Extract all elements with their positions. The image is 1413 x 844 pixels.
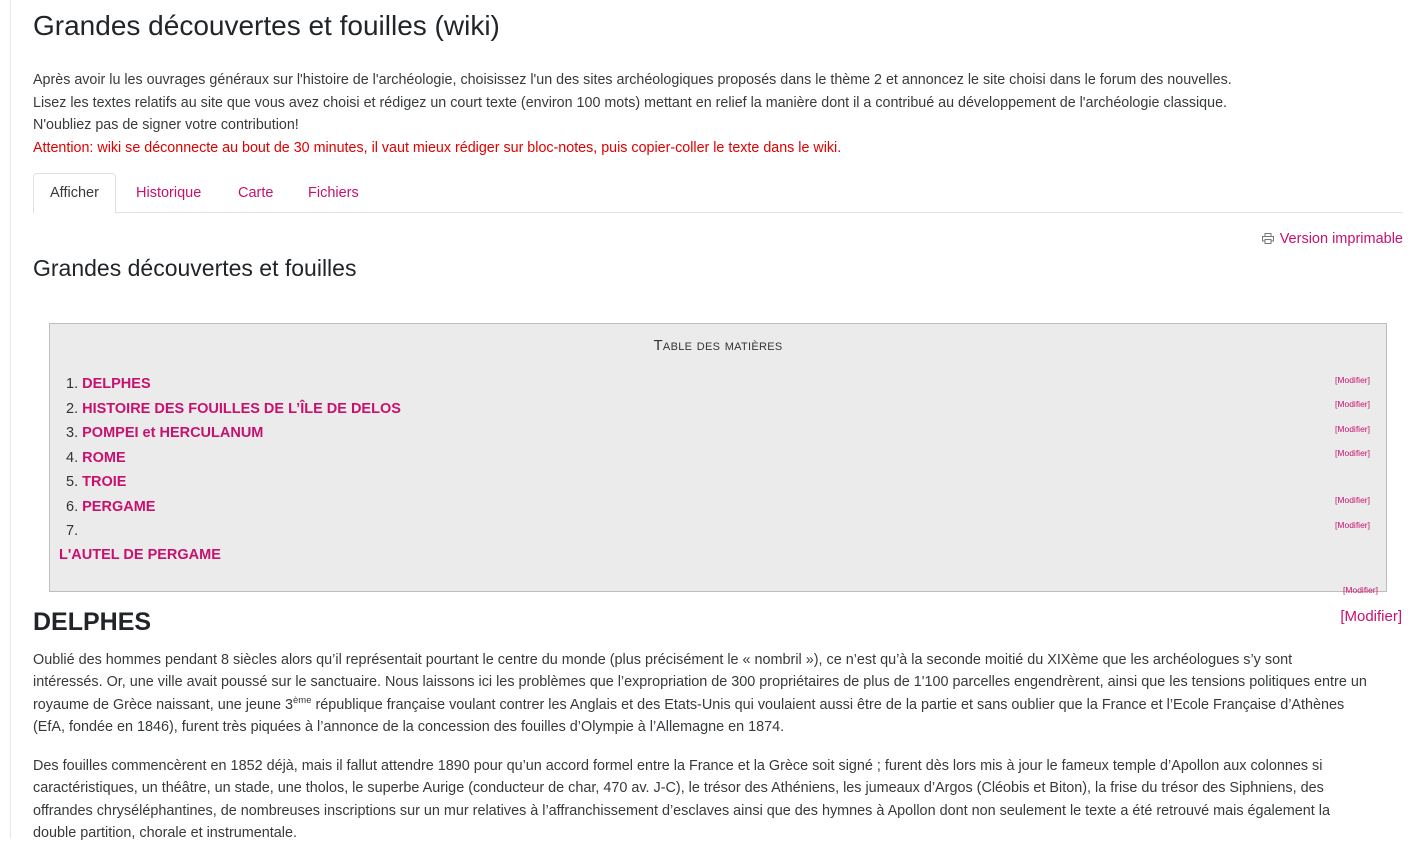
intro-line: Lisez les textes relatifs au site que vo… xyxy=(33,94,1228,111)
toc-item-number: 2. xyxy=(66,401,79,417)
toc-item-number: 5. xyxy=(66,474,79,490)
intro-line: N'oubliez pas de signer votre contributi… xyxy=(33,117,299,133)
paragraph-line: intéressés. Or, une ville avait poussé s… xyxy=(33,674,1367,691)
toc-link-rome[interactable]: ROME xyxy=(82,450,126,466)
warning-text: Attention: wiki se déconnecte au bout de… xyxy=(33,139,842,156)
toc-link-pompei[interactable]: POMPEI et HERCULANUM xyxy=(82,425,263,441)
toc-modify-link[interactable]: [Modifier] xyxy=(1335,520,1370,530)
page-left-border xyxy=(10,0,11,838)
toc-item-number: 3. xyxy=(66,425,79,441)
paragraph-line: Des fouilles commencèrent en 1852 déjà, … xyxy=(33,758,1323,774)
section-paragraph: Oublié des hommes pendant 8 siècles alor… xyxy=(33,649,1408,738)
wiki-tabs: Afficher Historique Carte Fichiers xyxy=(33,173,1403,214)
paragraph-line: Oublié des hommes pendant 8 siècles alor… xyxy=(33,652,1293,668)
printer-icon xyxy=(1261,233,1274,244)
toc-item-number: 6. xyxy=(66,499,79,515)
superscript-text: ème xyxy=(293,694,312,706)
paragraph-line: (EfA, fondée en 1846), furent très piqué… xyxy=(33,718,785,735)
section-paragraph: Des fouilles commencèrent en 1852 déjà, … xyxy=(33,755,1408,844)
toc-item: 7. xyxy=(66,523,78,539)
toc-item: 5. TROIE xyxy=(66,474,126,490)
intro-line: Après avoir lu les ouvrages généraux sur… xyxy=(33,72,1232,88)
toc-item-number: 7. xyxy=(66,523,79,539)
paragraph-line: caractéristiques, un théâtre, un stade, … xyxy=(33,780,1324,797)
toc-link-delos[interactable]: HISTOIRE DES FOUILLES DE L’ÎLE DE DELOS xyxy=(82,401,401,417)
table-of-contents: Table des matières 1. DELPHES 2. HISTOIR… xyxy=(49,323,1387,595)
toc-link-autel-pergame[interactable]: L'AUTEL DE PERGAME xyxy=(59,547,221,563)
toc-item: 3. POMPEI et HERCULANUM xyxy=(66,425,263,441)
toc-modify-link[interactable]: [Modifier] xyxy=(1335,375,1370,385)
paragraph-line: royaume de Grèce naissant, une jeune 3èm… xyxy=(33,694,1408,716)
page-title: Grandes découvertes et fouilles (wiki) xyxy=(33,10,500,41)
toc-modify-link[interactable]: [Modifier] xyxy=(1335,495,1370,505)
wiki-page-title: Grandes découvertes et fouilles xyxy=(33,255,357,281)
intro-text: Après avoir lu les ouvrages généraux sur… xyxy=(33,69,1232,159)
toc-title: Table des matières xyxy=(653,337,783,354)
tab-afficher[interactable]: Afficher xyxy=(33,173,116,214)
paragraph-text: république française voulant contrer les… xyxy=(311,696,1345,713)
section-heading-delphes: DELPHES xyxy=(33,608,152,636)
toc-link-troie[interactable]: TROIE xyxy=(82,474,126,490)
toc-modify-link[interactable]: [Modifier] xyxy=(1343,585,1378,595)
toc-modify-link[interactable]: [Modifier] xyxy=(1335,448,1370,458)
tab-historique[interactable]: Historique xyxy=(120,173,217,213)
paragraph-line: double partition, chorale et instrumenta… xyxy=(33,824,297,841)
tab-fichiers[interactable]: Fichiers xyxy=(292,173,375,213)
toc-modify-link[interactable]: [Modifier] xyxy=(1335,424,1370,434)
toc-item: 6. PERGAME xyxy=(66,499,155,515)
print-version-label: Version imprimable xyxy=(1279,231,1403,247)
paragraph-line: offrandes chryséléphantines, de nombreus… xyxy=(33,802,1330,819)
toc-item: 4. ROME xyxy=(66,450,126,466)
toc-link-pergame[interactable]: PERGAME xyxy=(82,499,155,515)
toc-modify-link[interactable]: [Modifier] xyxy=(1335,399,1370,409)
toc-item-number: 1. xyxy=(66,376,79,392)
toc-link-delphes[interactable]: DELPHES xyxy=(82,376,151,392)
toc-item-number: 4. xyxy=(66,450,79,466)
toc-item: 1. DELPHES xyxy=(66,376,151,392)
paragraph-text: royaume de Grèce naissant, une jeune 3 xyxy=(33,696,293,713)
section-modify-link[interactable]: [Modifier] xyxy=(1340,608,1402,625)
tab-carte[interactable]: Carte xyxy=(222,173,289,213)
print-version-link[interactable]: Version imprimable xyxy=(1261,231,1403,247)
toc-item: 2. HISTOIRE DES FOUILLES DE L’ÎLE DE DEL… xyxy=(66,401,401,417)
